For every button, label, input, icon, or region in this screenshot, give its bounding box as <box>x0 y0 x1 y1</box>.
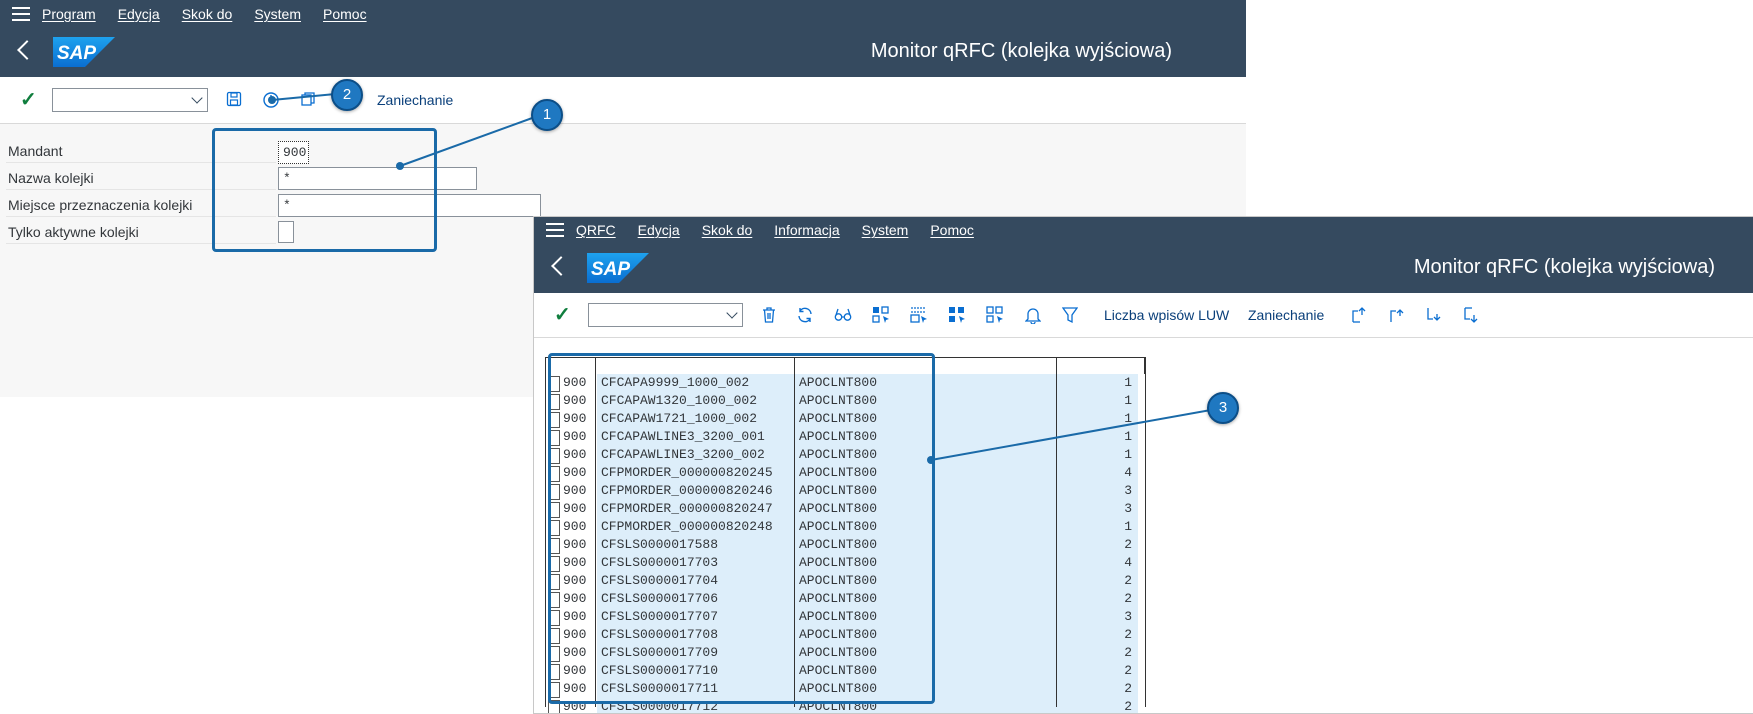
callout-box-1 <box>212 128 437 252</box>
callout-badge-1: 1 <box>531 99 563 131</box>
callout-badge-3: 3 <box>1207 392 1239 424</box>
callout-box-3 <box>548 353 935 704</box>
callout-badge-2: 2 <box>331 79 363 111</box>
callout-3-line <box>930 407 1223 461</box>
callout-2-dot <box>268 96 276 104</box>
